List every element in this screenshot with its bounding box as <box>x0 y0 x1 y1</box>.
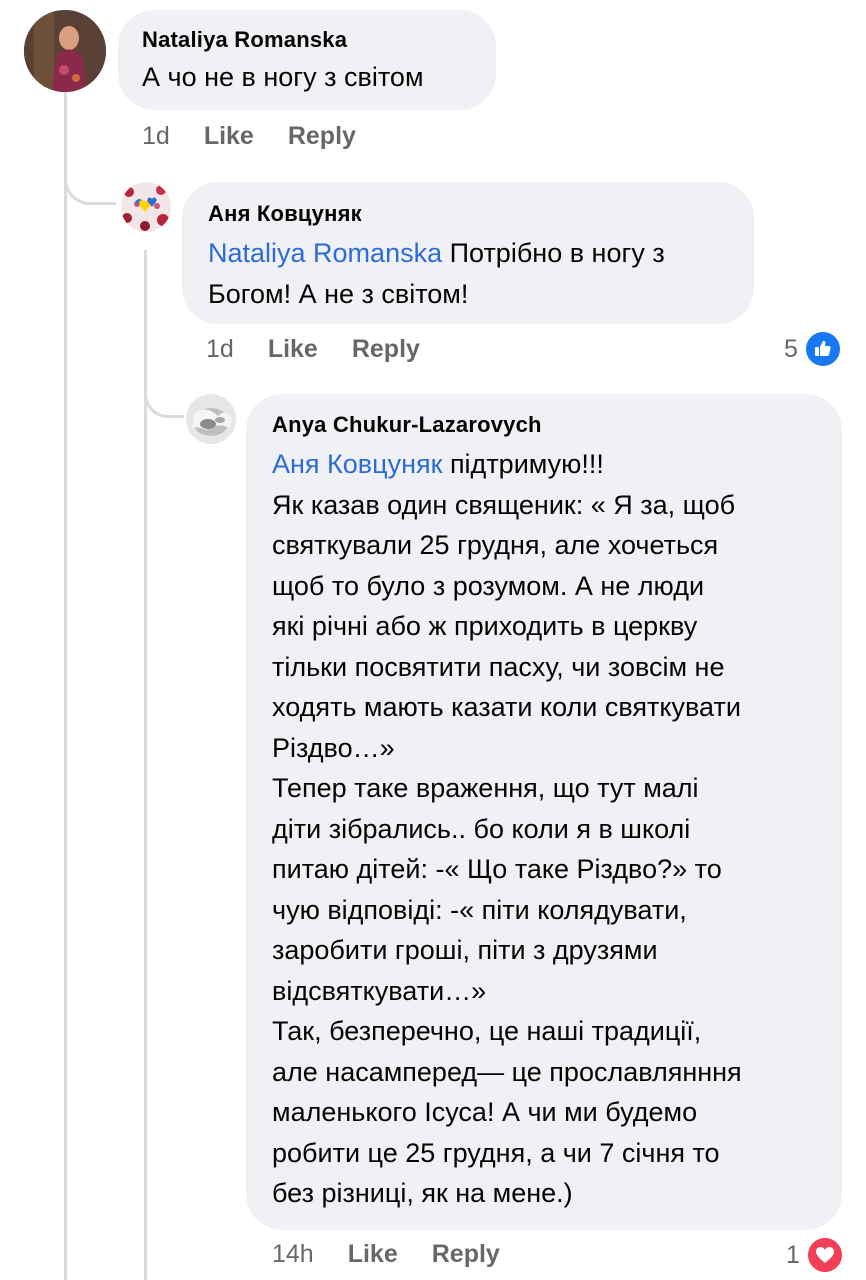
reply-button[interactable]: Reply <box>352 335 420 364</box>
comment-timestamp[interactable]: 1d <box>206 335 234 364</box>
reaction-summary[interactable]: 5 <box>784 330 842 368</box>
comment-text-line: чую відповіді: -« піти колядувати, <box>272 894 687 925</box>
thread-curve-reply-2 <box>144 368 184 418</box>
reaction-summary[interactable]: 1 <box>786 1236 844 1274</box>
comment-text-line: які річні або ж приходить в церкву <box>272 611 698 641</box>
comment-timestamp[interactable]: 14h <box>272 1240 314 1269</box>
heart-glyph <box>815 1247 834 1263</box>
comment-text-line: Тепер таке враження, що тут малі <box>272 773 699 803</box>
comment-text-part: Богом! А не з світом! <box>208 278 469 309</box>
comment-text-line: маленького Ісуса! А чи ми будемо <box>272 1097 698 1127</box>
comment-bubble: Аня Ковцуняк Nataliya Romanska Потрібно … <box>182 182 754 324</box>
avatar[interactable] <box>121 182 171 232</box>
heart-icon <box>805 1236 844 1274</box>
comment-text-line: заробити гроші, піти з друзями <box>272 935 658 965</box>
comment-text: Nataliya Romanska Потрібно в ногу з Бого… <box>208 233 728 314</box>
comment-timestamp[interactable]: 1d <box>142 122 170 151</box>
like-button[interactable]: Like <box>348 1240 398 1269</box>
like-icon <box>803 330 842 368</box>
comment-text-line: Різдво…» <box>272 732 395 763</box>
comment-text-line: щоб то було з розумом. А не люди <box>272 570 705 601</box>
thread-line-main <box>64 92 67 1280</box>
like-button[interactable]: Like <box>204 122 254 151</box>
comment-text: Аня Ковцуняк підтримую!!! Як казав один … <box>272 444 816 1214</box>
comment-text-line: святкували 25 грудня, але хочеться <box>272 530 719 560</box>
comment-bubble: Anya Chukur-Lazarovych Аня Ковцуняк підт… <box>246 394 842 1230</box>
avatar-photo <box>24 10 106 92</box>
comment-text-part: Потрібно в ногу з <box>442 238 665 268</box>
comment-actions: 14h Like Reply <box>272 1240 500 1269</box>
comment-text: А чо не в ногу з світом <box>142 62 424 92</box>
comment-author[interactable]: Anya Chukur-Lazarovych <box>272 412 816 438</box>
reaction-count: 5 <box>784 334 798 363</box>
comment-text-line: Так, безперечно, це наші традиції, <box>272 1016 702 1046</box>
thumbs-up-glyph <box>814 340 831 356</box>
comment-text-line: питаю дітей: -« Що таке Різдво?» то <box>272 854 722 884</box>
avatar[interactable] <box>24 10 106 92</box>
comment-text-line: діти зібрались.. бо коли я в школі <box>272 813 691 844</box>
thread-curve-reply-1 <box>64 150 116 205</box>
comment-author[interactable]: Аня Ковцуняк <box>208 201 728 227</box>
comment-text-line: Як казав один священик: « Я за, щоб <box>272 489 736 520</box>
mention-link[interactable]: Nataliya Romanska <box>208 238 442 268</box>
comment-bubble: Nataliya Romanska А чо не в ногу з світо… <box>118 10 496 110</box>
comment-text-line: без різниці, як на мене.) <box>272 1178 573 1208</box>
comment-actions: 1d Like Reply <box>142 122 356 151</box>
comment-text-line: ходять мають казати коли святкувати <box>272 692 741 722</box>
comment-text-line: але насамперед— це прославлянння <box>272 1056 742 1087</box>
avatar[interactable] <box>186 394 236 444</box>
like-button[interactable]: Like <box>268 335 318 364</box>
comment-author[interactable]: Nataliya Romanska <box>142 27 472 53</box>
avatar-photo <box>121 182 171 232</box>
comment-actions: 1d Like Reply <box>206 335 420 364</box>
reaction-count: 1 <box>786 1240 800 1269</box>
comment-text-line: тільки посвятити пасху, чи зовсім не <box>272 651 725 682</box>
mention-link[interactable]: Аня Ковцуняк <box>272 449 442 479</box>
avatar-photo <box>186 394 236 444</box>
comment-text-line: робити це 25 грудня, а чи 7 січня то <box>272 1137 720 1168</box>
comment-text-line: підтримую!!! <box>442 449 604 479</box>
reply-button[interactable]: Reply <box>432 1240 500 1269</box>
comment-text-line: відсвяткувати…» <box>272 975 487 1006</box>
reply-button[interactable]: Reply <box>288 122 356 151</box>
